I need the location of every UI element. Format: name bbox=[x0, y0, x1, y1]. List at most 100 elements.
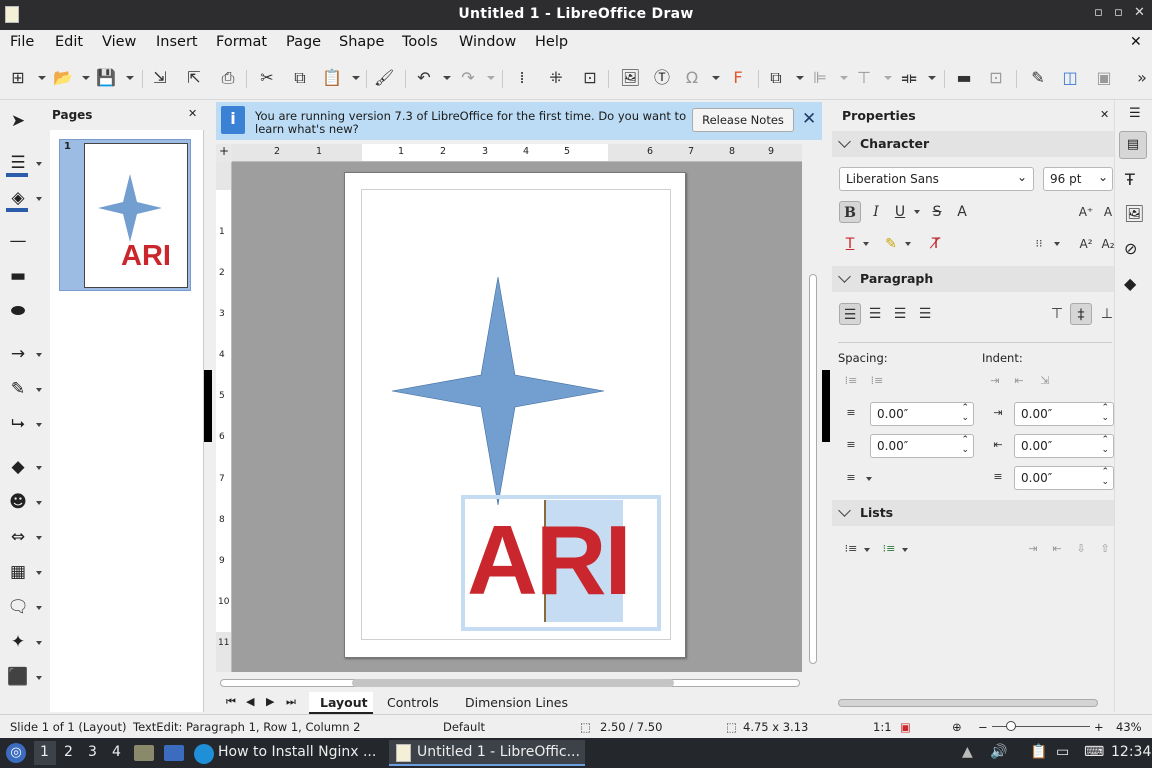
fit-page-icon[interactable]: ⊕ bbox=[952, 720, 962, 734]
notification-icon[interactable]: ▲ bbox=[962, 744, 973, 760]
taskbar-app-draw[interactable]: Untitled 1 - LibreOffic... bbox=[417, 744, 580, 760]
insert-textbox-icon[interactable]: Ⓣ bbox=[652, 68, 672, 88]
grid-icon[interactable]: ⁞ bbox=[512, 68, 532, 88]
helplines-icon[interactable]: ⁜ bbox=[546, 68, 566, 88]
menu-shape[interactable]: Shape bbox=[339, 34, 384, 50]
after-indent-field[interactable]: 0.00″ ⌃ ⌄ bbox=[1014, 434, 1114, 458]
align-center-button[interactable]: ☰ bbox=[864, 303, 886, 325]
spin-buttons-icon[interactable]: ⌃ ⌄ bbox=[1101, 403, 1109, 423]
sidebar-splitter[interactable] bbox=[822, 370, 830, 442]
font-color-button[interactable]: T bbox=[839, 233, 861, 255]
sidebar-menu-icon[interactable]: ☰ bbox=[1129, 106, 1141, 121]
align-left-button[interactable]: ☰ bbox=[839, 303, 861, 325]
highlight-color-button[interactable]: ✎ bbox=[880, 233, 902, 255]
keyboard-icon[interactable]: ⌨ bbox=[1084, 744, 1104, 760]
document-text[interactable]: ARI bbox=[467, 505, 632, 615]
promote-icon[interactable]: ⇤ bbox=[1046, 538, 1068, 560]
3d-objects-icon[interactable]: ⬛ bbox=[6, 666, 30, 688]
above-spacing-field[interactable]: 0.00″ ⌃ ⌄ bbox=[870, 402, 974, 426]
document-modified-icon[interactable]: ▣ bbox=[900, 720, 911, 734]
close-sidebar-icon[interactable]: ✕ bbox=[1100, 108, 1109, 121]
taskbar-clock[interactable]: 12:34 bbox=[1111, 744, 1151, 760]
minimize-icon[interactable]: ▫ bbox=[1094, 5, 1103, 20]
toggle-extrusion-icon[interactable]: ▣ bbox=[1094, 68, 1114, 88]
maximize-icon[interactable]: ▫ bbox=[1114, 5, 1123, 20]
close-icon[interactable]: ✕ bbox=[1134, 5, 1145, 20]
chevron-down-icon[interactable]: ⌄ bbox=[1098, 170, 1108, 184]
paragraph-section-header[interactable]: Paragraph bbox=[832, 266, 1114, 292]
first-line-indent-field[interactable]: 0.00″ ⌃ ⌄ bbox=[1014, 466, 1114, 490]
menu-insert[interactable]: Insert bbox=[156, 34, 198, 50]
clear-formatting-button[interactable]: T̸ bbox=[925, 233, 947, 255]
character-section-header[interactable]: Character bbox=[832, 131, 1114, 157]
align-top-button[interactable]: ⊤ bbox=[1046, 303, 1068, 325]
unordered-list-icon[interactable]: ⁝≡ bbox=[840, 538, 862, 560]
desktop-icon[interactable] bbox=[164, 745, 184, 761]
network-icon[interactable]: ▭ bbox=[1056, 744, 1069, 760]
line-spacing-icon[interactable]: ≡ bbox=[840, 467, 862, 489]
menu-file[interactable]: File bbox=[10, 34, 34, 50]
export-pdf-icon[interactable]: ⇱ bbox=[184, 68, 204, 88]
menu-format[interactable]: Format bbox=[216, 34, 267, 50]
zoom-in-button[interactable]: + bbox=[1094, 720, 1104, 734]
status-layout[interactable]: Default bbox=[443, 720, 485, 734]
vertical-scrollbar[interactable] bbox=[806, 162, 820, 672]
menu-view[interactable]: View bbox=[102, 34, 136, 50]
export-icon[interactable]: ⇲ bbox=[150, 68, 170, 88]
file-manager-icon[interactable] bbox=[134, 745, 154, 761]
shapes-deck-icon[interactable]: ◆ bbox=[1124, 274, 1136, 293]
ordered-list-icon[interactable]: ⁝≡ bbox=[878, 538, 900, 560]
increase-indent-icon[interactable]: ⇥ bbox=[984, 370, 1006, 392]
outline-button[interactable]: A bbox=[951, 201, 973, 223]
page-thumbnail-1[interactable]: 1 ARI bbox=[59, 139, 191, 291]
callouts-icon[interactable]: 🗨 bbox=[6, 596, 30, 618]
italic-button[interactable]: I bbox=[865, 201, 887, 223]
navigator-deck-icon[interactable]: ⊘ bbox=[1124, 239, 1137, 258]
basic-shapes-icon[interactable]: ◆ bbox=[6, 456, 30, 478]
status-zoom[interactable]: 43% bbox=[1116, 720, 1142, 734]
hanging-indent-icon[interactable]: ⇲ bbox=[1034, 370, 1056, 392]
crop-icon[interactable]: ⊡ bbox=[986, 68, 1006, 88]
bold-button[interactable]: B bbox=[839, 201, 861, 223]
redo-icon[interactable]: ↷ bbox=[458, 68, 478, 88]
sidebar-scrollbar[interactable] bbox=[838, 699, 1098, 707]
gallery-deck-icon[interactable]: 🖼 bbox=[1124, 204, 1144, 223]
character-spacing-button[interactable]: ⁝⁝ bbox=[1028, 233, 1050, 255]
print-icon[interactable]: ⎙ bbox=[218, 68, 238, 88]
clipboard-icon[interactable]: 📋 bbox=[1030, 744, 1047, 760]
flowchart-icon[interactable]: ▦ bbox=[6, 561, 30, 583]
horizontal-scrollbar[interactable] bbox=[216, 676, 810, 690]
workspace-1[interactable]: 1 bbox=[40, 744, 49, 760]
symbol-shapes-icon[interactable]: ☻ bbox=[6, 491, 30, 513]
paste-icon[interactable]: 📋 bbox=[322, 68, 342, 88]
insert-image-icon[interactable]: 🖼 bbox=[620, 68, 640, 88]
superscript-button[interactable]: A² bbox=[1075, 233, 1097, 255]
workspace-3[interactable]: 3 bbox=[88, 744, 97, 760]
spin-buttons-icon[interactable]: ⌃ ⌄ bbox=[961, 403, 969, 423]
line-tool-icon[interactable]: — bbox=[6, 230, 30, 252]
decrease-indent-icon[interactable]: ⇤ bbox=[1008, 370, 1030, 392]
start-menu-icon[interactable]: ◎ bbox=[6, 743, 26, 763]
font-size-box[interactable]: 96 pt ⌄ bbox=[1043, 167, 1113, 191]
clone-formatting-icon[interactable]: 🖌 bbox=[374, 68, 394, 88]
close-pages-panel-icon[interactable]: ✕ bbox=[188, 107, 197, 120]
copy-icon[interactable]: ⧉ bbox=[290, 68, 310, 88]
font-name-box[interactable]: Liberation Sans ⌄ bbox=[839, 167, 1034, 191]
tab-controls[interactable]: Controls bbox=[387, 695, 439, 710]
strikethrough-button[interactable]: S bbox=[926, 201, 948, 223]
lines-arrows-icon[interactable]: → bbox=[6, 343, 30, 365]
fill-color-icon[interactable]: ◈ bbox=[6, 187, 30, 209]
before-indent-field[interactable]: 0.00″ ⌃ ⌄ bbox=[1014, 402, 1114, 426]
save-icon[interactable]: 💾 bbox=[96, 68, 116, 88]
arrange-icon[interactable]: ⊤ bbox=[854, 68, 874, 88]
decrease-spacing-icon[interactable]: ⁞≡ bbox=[866, 370, 888, 392]
justify-button[interactable]: ☰ bbox=[914, 303, 936, 325]
spin-buttons-icon[interactable]: ⌃ ⌄ bbox=[1101, 467, 1109, 487]
ellipse-tool-icon[interactable]: ⬬ bbox=[6, 300, 30, 322]
increase-font-button[interactable]: A⁺ bbox=[1075, 201, 1097, 223]
increase-spacing-icon[interactable]: ⁞≡ bbox=[840, 370, 862, 392]
volume-icon[interactable]: 🔊 bbox=[990, 744, 1007, 760]
menu-window[interactable]: Window bbox=[459, 34, 516, 50]
chevron-down-icon[interactable]: ⌄ bbox=[1017, 170, 1027, 184]
move-down-icon[interactable]: ⇩ bbox=[1070, 538, 1092, 560]
